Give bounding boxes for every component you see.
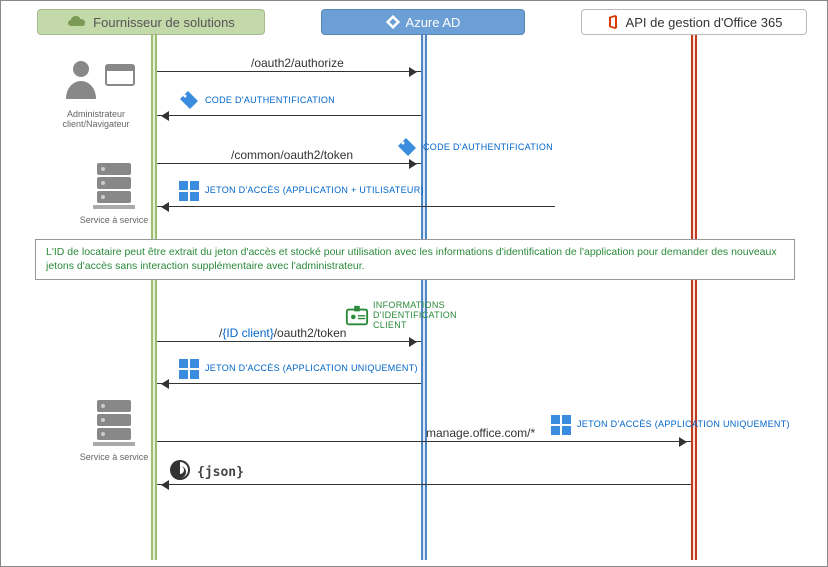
id-card-icon: [345, 304, 369, 328]
actor-admin-browser: Administrateur client/Navigateur: [41, 57, 151, 129]
header-solution-provider: Fournisseur de solutions: [37, 9, 265, 35]
json-response: {json}: [169, 459, 244, 486]
header-ad-label: Azure AD: [406, 15, 461, 30]
arrow-client-token-label: /{ID client}/oauth2/token: [219, 326, 346, 340]
json-label: {json}: [197, 465, 244, 480]
header-azure-ad: Azure AD: [321, 9, 525, 35]
actor-service-1: Service à service: [59, 159, 169, 225]
badge-client-creds-text: INFORMATIONS D'IDENTIFICATION CLIENT: [373, 301, 463, 331]
azure-diamond-icon: [386, 15, 400, 29]
person-browser-icon: [51, 57, 141, 107]
tenant-note: L'ID de locataire peut être extrait du j…: [35, 239, 795, 280]
server-icon: [87, 159, 141, 213]
actor-service-1-label: Service à service: [59, 215, 169, 225]
header-solution-label: Fournisseur de solutions: [93, 15, 235, 30]
badge-token-app-user: JETON D'ACCÈS (APPLICATION + UTILISATEUR…: [177, 179, 424, 203]
server-icon: [87, 396, 141, 450]
windows-grid-icon: [549, 413, 573, 437]
arrow-common-token-label: /common/oauth2/token: [231, 148, 353, 162]
arrow-manage-office-label: manage.office.com/*: [426, 426, 535, 440]
sequence-diagram: Fournisseur de solutions Azure AD API de…: [0, 0, 828, 567]
badge-auth-code-2-text: CODE D'AUTHENTIFICATION: [423, 143, 553, 153]
json-circle-icon: [169, 459, 191, 486]
tenant-note-text: L'ID de locataire peut être extrait du j…: [46, 246, 777, 272]
badge-token-app-only-2-text: JETON D'ACCÈS (APPLICATION UNIQUEMENT): [577, 420, 790, 430]
arrow-client-token: [157, 341, 421, 342]
header-api-label: API de gestion d'Office 365: [626, 15, 783, 30]
lifeline-azure-ad: [421, 35, 427, 560]
arrow-manage-office: [157, 441, 691, 442]
actor-service-2: Service à service: [59, 396, 169, 462]
arrow-token-app-only-1: [157, 383, 421, 384]
tag-icon: [177, 89, 201, 113]
arrow-common-token: [157, 163, 421, 164]
arrow-auth-code-return: [157, 115, 421, 116]
tag-icon: [395, 136, 419, 160]
badge-token-app-only-2: JETON D'ACCÈS (APPLICATION UNIQUEMENT): [549, 413, 790, 437]
badge-token-app-only-1: JETON D'ACCÈS (APPLICATION UNIQUEMENT): [177, 357, 418, 381]
header-office-api: API de gestion d'Office 365: [581, 9, 807, 35]
actor-service-2-label: Service à service: [59, 452, 169, 462]
windows-grid-icon: [177, 179, 201, 203]
actor-admin-label: Administrateur client/Navigateur: [41, 109, 151, 129]
arrow-authorize: [157, 71, 421, 72]
badge-token-app-user-text: JETON D'ACCÈS (APPLICATION + UTILISATEUR…: [205, 186, 424, 196]
office-icon: [606, 15, 620, 29]
badge-auth-code-1: CODE D'AUTHENTIFICATION: [177, 89, 335, 113]
arrow-token-app-user: [157, 206, 555, 207]
windows-grid-icon: [177, 357, 201, 381]
lifeline-office-api: [691, 35, 697, 560]
badge-token-app-only-1-text: JETON D'ACCÈS (APPLICATION UNIQUEMENT): [205, 364, 418, 374]
badge-client-creds: INFORMATIONS D'IDENTIFICATION CLIENT: [345, 301, 463, 331]
cloud-gear-icon: [67, 15, 87, 29]
arrow-authorize-label: /oauth2/authorize: [251, 56, 344, 70]
badge-auth-code-2: CODE D'AUTHENTIFICATION: [395, 136, 553, 160]
badge-auth-code-1-text: CODE D'AUTHENTIFICATION: [205, 96, 335, 106]
